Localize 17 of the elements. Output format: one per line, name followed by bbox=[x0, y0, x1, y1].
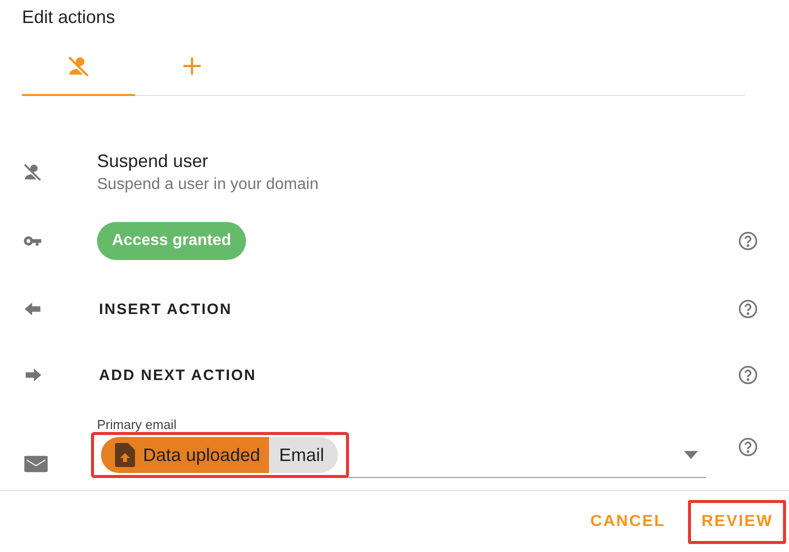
status-badge: Access granted bbox=[97, 222, 246, 260]
help-icon[interactable] bbox=[738, 365, 758, 385]
field-label: Primary email bbox=[97, 416, 178, 432]
action-button[interactable]: ADD NEXT ACTION bbox=[97, 366, 256, 384]
help-icon[interactable] bbox=[738, 437, 758, 457]
help-icon[interactable] bbox=[738, 299, 758, 319]
action-title: Suspend user bbox=[97, 150, 210, 172]
dialog-title: Edit actions bbox=[21, 6, 116, 29]
action-button[interactable]: INSERT ACTION bbox=[97, 300, 232, 318]
select-field[interactable]: Data uploaded Email bbox=[97, 434, 706, 478]
field-chip: Email bbox=[269, 437, 338, 473]
file-upload-icon bbox=[115, 443, 135, 467]
help-icon[interactable] bbox=[738, 231, 758, 251]
action-description: Suspend a user in your domain bbox=[97, 176, 320, 194]
person-off-icon bbox=[22, 161, 44, 183]
dropdown-caret-icon[interactable] bbox=[684, 451, 698, 459]
source-chip: Data uploaded bbox=[101, 437, 270, 473]
